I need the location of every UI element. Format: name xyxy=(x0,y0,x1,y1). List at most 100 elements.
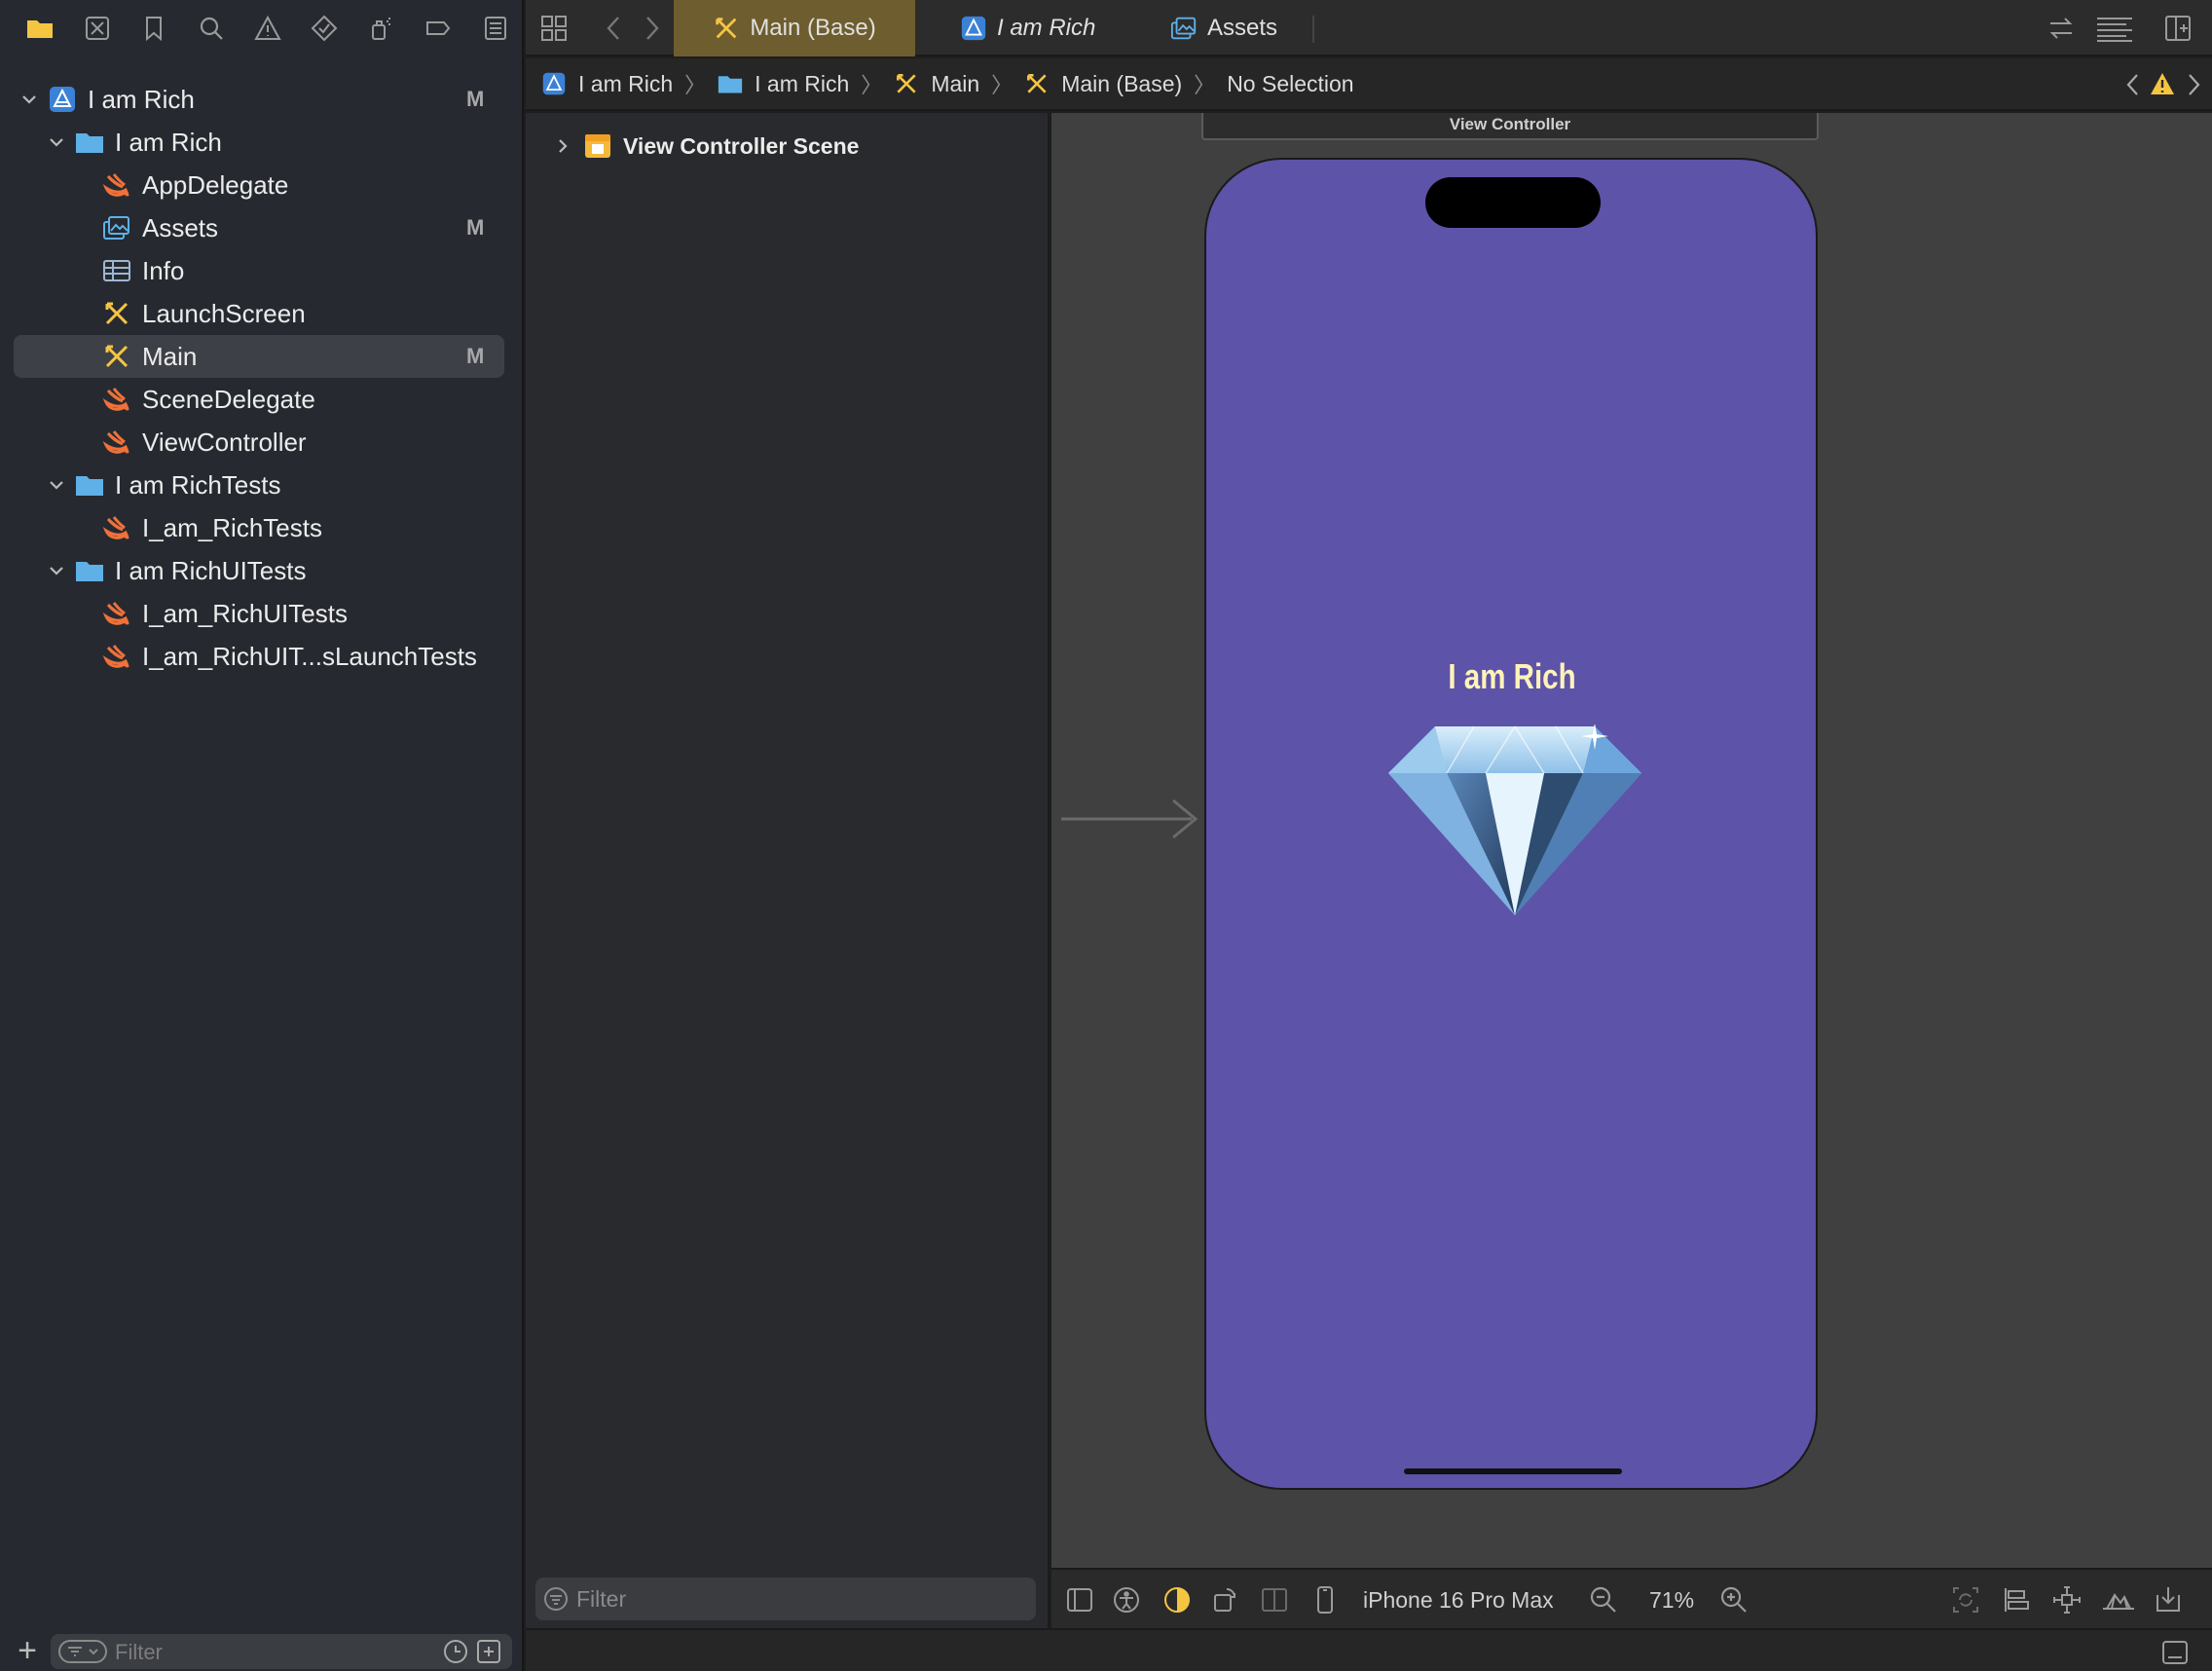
storyboard-canvas[interactable]: View Controller I am Rich xyxy=(1051,113,2212,1568)
document-outline-toggle-icon[interactable] xyxy=(1065,1585,1094,1615)
source-control-filter-icon[interactable] xyxy=(475,1638,502,1665)
test-diamond-icon[interactable] xyxy=(296,0,352,56)
zoom-out-icon[interactable] xyxy=(1589,1585,1618,1615)
recent-files-clock-icon[interactable] xyxy=(442,1638,469,1665)
iphone-preview[interactable]: I am Rich xyxy=(1204,158,1818,1490)
align-icon[interactable] xyxy=(2002,1585,2031,1615)
diamond-image[interactable] xyxy=(1386,724,1643,915)
tree-item-file-selected[interactable]: Main M xyxy=(14,335,504,378)
tree-item-folder[interactable]: I am RichTests xyxy=(0,464,524,506)
storyboard-icon xyxy=(897,74,916,93)
zoom-level[interactable]: 71% xyxy=(1649,1587,1694,1614)
warning-icon[interactable] xyxy=(2150,71,2175,96)
add-file-button[interactable]: + xyxy=(14,1634,41,1667)
tree-item-label: I_am_RichTests xyxy=(142,512,322,542)
swift-file-icon xyxy=(101,169,132,201)
filter-options-icon[interactable] xyxy=(58,1638,107,1665)
tree-item-folder[interactable]: I am RichUITests xyxy=(0,549,524,592)
storyboard-icon xyxy=(1027,74,1047,93)
tree-item-file[interactable]: SceneDelegate xyxy=(0,378,524,421)
breakpoint-icon[interactable] xyxy=(410,0,466,56)
issue-warning-icon[interactable] xyxy=(240,0,296,56)
assets-catalog-icon xyxy=(1170,17,1197,40)
navigator-filter-field[interactable]: Filter xyxy=(51,1634,512,1669)
tree-item-label: Info xyxy=(142,255,185,285)
breadcrumb-selection[interactable]: No Selection xyxy=(1227,71,1353,97)
debug-area-toggle-icon[interactable] xyxy=(2161,1640,2189,1665)
embed-in-icon[interactable] xyxy=(2154,1585,2183,1615)
related-items-grid-icon[interactable] xyxy=(539,14,569,43)
device-selector[interactable]: iPhone 16 Pro Max xyxy=(1363,1587,1554,1614)
tree-item-label: LaunchScreen xyxy=(142,298,306,328)
tree-item-file[interactable]: ViewController xyxy=(0,421,524,464)
forward-arrow-icon[interactable] xyxy=(637,14,666,43)
editor-options-lines-icon[interactable] xyxy=(2095,14,2134,43)
add-constraints-icon[interactable] xyxy=(2052,1585,2082,1615)
swap-arrows-icon[interactable] xyxy=(2046,14,2076,43)
split-layout-icon[interactable] xyxy=(1260,1585,1289,1615)
back-arrow-icon[interactable] xyxy=(600,14,629,43)
tree-item-label: I am Rich xyxy=(115,127,222,157)
breadcrumb-separator: 〉 xyxy=(1194,73,1216,97)
breadcrumb-storyboard[interactable]: Main xyxy=(894,71,979,97)
chevron-right-icon[interactable] xyxy=(553,136,572,156)
report-icon[interactable] xyxy=(467,0,524,56)
debug-spray-icon[interactable] xyxy=(353,0,410,56)
document-outline: View Controller Scene Filter xyxy=(526,113,1050,1671)
chevron-down-icon[interactable] xyxy=(18,88,41,111)
swift-file-icon xyxy=(101,384,132,415)
chevron-down-icon[interactable] xyxy=(45,473,68,497)
tree-item-label: I am RichUITests xyxy=(115,555,307,585)
project-navigator: I am Rich M I am Rich AppDelegate Assets… xyxy=(0,0,524,1671)
navigator-bottom-bar: + Filter xyxy=(0,1632,524,1671)
tree-item-file[interactable]: Info xyxy=(0,249,524,292)
tree-item-file[interactable]: I_am_RichTests xyxy=(0,506,524,549)
tree-item-label: I am Rich xyxy=(88,84,195,114)
chevron-down-icon[interactable] xyxy=(45,130,68,154)
add-editor-split-icon[interactable] xyxy=(2163,14,2193,43)
tree-item-file[interactable]: I_am_RichUIT...sLaunchTests xyxy=(0,635,524,678)
file-tree: I am Rich M I am Rich AppDelegate Assets… xyxy=(0,78,524,678)
storyboard-icon xyxy=(101,298,132,329)
breadcrumb-label: I am Rich xyxy=(578,70,674,96)
tree-item-label: Main xyxy=(142,341,198,371)
tab-label: I am Rich xyxy=(997,15,1096,41)
orientation-icon[interactable] xyxy=(1211,1585,1240,1615)
breadcrumb-project[interactable]: I am Rich xyxy=(541,71,673,97)
tab-main-base[interactable]: Main (Base) xyxy=(674,0,915,56)
xcode-project-icon xyxy=(961,16,986,41)
zoom-in-icon[interactable] xyxy=(1719,1585,1749,1615)
navigator-toolbar xyxy=(0,0,524,56)
tree-item-file[interactable]: I_am_RichUITests xyxy=(0,592,524,635)
dynamic-island xyxy=(1425,177,1601,228)
iphone-device-icon[interactable] xyxy=(1310,1585,1340,1615)
folder-icon xyxy=(74,469,105,501)
outline-item-scene[interactable]: View Controller Scene xyxy=(553,127,859,166)
outline-filter-field[interactable]: Filter xyxy=(535,1578,1036,1620)
next-issue-chevron-icon[interactable] xyxy=(2181,71,2206,98)
tree-item-project[interactable]: I am Rich M xyxy=(0,78,524,121)
breadcrumb-base[interactable]: Main (Base) xyxy=(1024,71,1182,97)
search-icon[interactable] xyxy=(182,0,239,56)
source-control-icon[interactable] xyxy=(68,0,125,56)
previous-issue-chevron-icon[interactable] xyxy=(2120,71,2146,98)
tree-item-file[interactable]: AppDelegate xyxy=(0,164,524,206)
bookmark-icon[interactable] xyxy=(126,0,182,56)
filter-placeholder: Filter xyxy=(576,1586,627,1612)
scene-title-bar[interactable]: View Controller xyxy=(1201,113,1819,140)
breadcrumb-folder[interactable]: I am Rich xyxy=(718,71,849,97)
swift-file-icon xyxy=(101,427,132,458)
tree-item-file[interactable]: Assets M xyxy=(0,206,524,249)
tab-i-am-rich[interactable]: I am Rich xyxy=(960,0,1095,56)
tree-item-folder[interactable]: I am Rich xyxy=(0,121,524,164)
appearance-icon[interactable] xyxy=(1162,1585,1192,1615)
app-title-label[interactable]: I am Rich xyxy=(1262,656,1763,697)
chevron-down-icon[interactable] xyxy=(45,559,68,582)
resolve-autolayout-icon[interactable] xyxy=(2101,1585,2136,1615)
tree-item-label: I_am_RichUIT...sLaunchTests xyxy=(142,641,477,671)
update-frames-icon[interactable] xyxy=(1951,1585,1980,1615)
tab-assets[interactable]: Assets xyxy=(1170,0,1277,56)
tree-item-file[interactable]: LaunchScreen xyxy=(0,292,524,335)
project-navigator-folder-icon[interactable] xyxy=(12,0,68,56)
accessibility-icon[interactable] xyxy=(1112,1585,1141,1615)
